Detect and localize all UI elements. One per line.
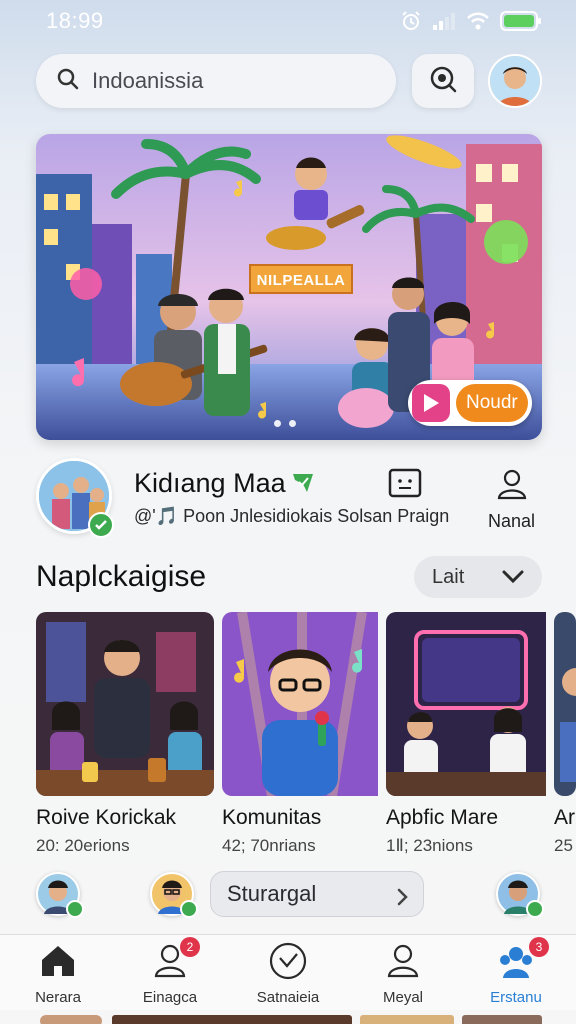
section-title: Naplckaigise xyxy=(36,560,207,593)
friend-avatar[interactable] xyxy=(36,872,84,918)
start-button[interactable]: Sturargal xyxy=(210,871,424,917)
message-button[interactable] xyxy=(388,468,422,505)
person-icon xyxy=(387,944,419,983)
card-title: Apbfic Mare xyxy=(386,806,499,829)
verified-check-icon xyxy=(290,470,316,501)
tab-profile[interactable]: Meyal xyxy=(353,943,453,1006)
friend-avatar[interactable] xyxy=(150,872,198,918)
verified-icon xyxy=(88,512,114,538)
tab-label: Meyal xyxy=(382,989,423,1006)
start-button-label: Sturargal xyxy=(227,881,317,906)
discover-button[interactable] xyxy=(412,54,474,108)
profile-name[interactable]: Kidıang Maa xyxy=(134,468,286,499)
card-meta: 20: 20erions xyxy=(36,836,130,855)
card-thumbnail xyxy=(36,612,214,796)
friend-avatar[interactable] xyxy=(496,872,544,918)
tab-label: Erstanu xyxy=(490,989,542,1006)
play-icon xyxy=(412,384,450,422)
content-card[interactable]: Ar 25 xyxy=(554,612,576,856)
chevron-down-icon xyxy=(502,568,524,592)
signal-icon xyxy=(432,11,456,31)
content-card[interactable]: Apbfic Mare 1Ⅱ; 23nions xyxy=(386,612,564,856)
notification-badge: 3 xyxy=(529,937,549,957)
tab-community[interactable]: 2 Einagca xyxy=(120,937,220,1006)
hero-carousel[interactable]: NILPEALLA Noudr xyxy=(36,134,542,440)
tab-label: Nerara xyxy=(35,989,81,1006)
status-icons xyxy=(400,10,542,32)
content-card[interactable]: Roive Korickаk 20: 20erions xyxy=(36,612,214,856)
card-meta: 1Ⅱ; 23nions xyxy=(386,836,473,855)
status-bar: 18:99 xyxy=(0,0,576,44)
tab-activity[interactable]: Satnaieia xyxy=(238,942,338,1006)
content-card[interactable]: Komunitas 42; 70nrians xyxy=(222,612,400,856)
card-thumbnail xyxy=(554,612,576,796)
tab-label: Einagca xyxy=(142,989,198,1006)
tab-home[interactable]: Nerara xyxy=(8,943,108,1006)
card-thumbnail xyxy=(222,612,400,796)
hero-cta-button[interactable]: Noudr xyxy=(408,380,532,426)
notification-badge: 2 xyxy=(180,937,200,957)
card-meta: 25 xyxy=(554,836,573,855)
card-title: Roive Korickаk xyxy=(36,806,177,829)
chevron-right-icon xyxy=(397,886,409,912)
carousel-dot[interactable] xyxy=(274,420,281,427)
person-icon xyxy=(497,468,527,505)
check-circle-icon xyxy=(269,942,307,985)
online-check-icon xyxy=(66,900,84,918)
status-time: 18:99 xyxy=(46,8,104,33)
next-row-peek xyxy=(0,1012,576,1024)
sort-dropdown[interactable]: Lait xyxy=(414,556,542,598)
sort-label: Lait xyxy=(432,565,465,588)
home-icon xyxy=(40,944,76,983)
card-title: Komunitas xyxy=(222,806,322,829)
card-thumbnail xyxy=(386,612,564,796)
tab-label: Satnaieia xyxy=(256,989,320,1006)
message-icon xyxy=(388,468,422,505)
search-scan-icon xyxy=(428,64,458,99)
bottom-tab-bar: Nerara 2 Einagca Satnaieia Meyal 3 Ersta… xyxy=(0,934,576,1010)
search-input[interactable] xyxy=(92,68,362,94)
hero-banner: NILPEALLA xyxy=(249,264,353,294)
search-icon xyxy=(56,67,80,96)
online-check-icon xyxy=(526,900,544,918)
card-meta: 42; 70nrians xyxy=(222,836,316,855)
follow-button[interactable]: Nanal xyxy=(488,468,535,532)
tab-explore[interactable]: 3 Erstanu xyxy=(466,937,566,1006)
online-check-icon xyxy=(180,900,198,918)
carousel-dot[interactable] xyxy=(289,420,296,427)
carousel-dots[interactable] xyxy=(274,420,296,427)
follow-label: Nanal xyxy=(488,511,536,531)
battery-icon xyxy=(500,10,542,32)
wifi-icon xyxy=(466,11,490,31)
search-bar[interactable] xyxy=(36,54,396,108)
profile-subtitle: @'🎵 Poon Jnlesidiokais Solsan Praign xyxy=(134,506,450,526)
alarm-icon xyxy=(400,10,422,32)
user-avatar[interactable] xyxy=(488,54,542,108)
card-title: Ar xyxy=(554,806,575,829)
hero-cta-label: Noudr xyxy=(456,384,528,422)
